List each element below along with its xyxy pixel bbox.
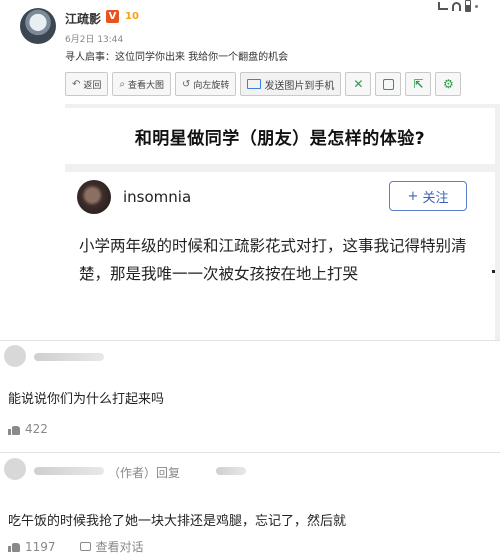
answer-author-name: insomnia	[123, 188, 192, 206]
rotate-left-icon: ↺	[182, 78, 191, 90]
user-avatar[interactable]	[20, 8, 56, 44]
thumbs-up-icon[interactable]	[8, 541, 20, 552]
answer-text: 小学两年级的时候和江疏影花式对打，这事我记得特别清楚，那是我唯一一次被女孩按在地…	[79, 237, 467, 283]
shuffle-button[interactable]: ✕	[345, 72, 372, 96]
embedded-screenshot[interactable]: 和明星做同学（朋友）是怎样的体验? insomnia + 关注 小学两年级的时候…	[65, 104, 500, 342]
answer-card: insomnia + 关注 小学两年级的时候和江疏影花式对打，这事我记得特别清楚…	[65, 172, 495, 342]
wifi-icon	[452, 1, 461, 11]
thumbs-up-icon	[8, 424, 20, 435]
share-icon: ⇱	[413, 77, 424, 91]
comment-text: 能说说你们为什么打起来吗	[8, 392, 165, 407]
comment-avatar[interactable]	[4, 458, 26, 480]
rotate-left-label: 向左旋转	[193, 80, 230, 91]
divider	[0, 340, 500, 341]
answer-author-avatar	[77, 180, 111, 214]
view-dialogue-link[interactable]: 查看对话	[96, 538, 144, 555]
divider	[0, 452, 500, 453]
level-badge: 10	[125, 11, 139, 22]
send-to-phone-button[interactable]: 发送图片到手机	[240, 72, 342, 96]
question-card: 和明星做同学（朋友）是怎样的体验?	[65, 108, 495, 164]
comment-likes[interactable]: 422	[8, 422, 48, 436]
view-large-button[interactable]: ⌕ 查看大图	[112, 72, 172, 96]
post-timestamp: 6月2日 13:44	[65, 35, 124, 45]
verified-badge: V	[106, 10, 119, 23]
comment-avatar[interactable]	[4, 345, 26, 367]
follow-label: 关注	[422, 190, 449, 206]
shuffle-icon: ✕	[353, 77, 364, 91]
reply-target-blurred	[216, 467, 246, 475]
edge-dot	[492, 270, 495, 273]
dot-icon	[475, 4, 478, 8]
follow-button: + 关注	[389, 181, 467, 211]
return-label: 返回	[83, 80, 102, 91]
post-text: 寻人启事：这位同学你出来 我给你一个翻盘的机会	[65, 52, 289, 63]
status-bar	[438, 0, 478, 12]
comment-username-blurred	[34, 467, 104, 475]
comment-actions: 1197 查看对话	[8, 538, 144, 555]
magnifier-icon: ⌕	[119, 78, 126, 90]
phone-image-icon	[247, 79, 262, 89]
back-arrow-icon: ↶	[72, 78, 81, 90]
save-button[interactable]	[375, 72, 402, 96]
comment-text: 吃午饭的时候我抢了她一块大排还是鸡腿，忘记了，然后就	[8, 514, 347, 529]
comment-username-blurred	[34, 353, 104, 361]
username[interactable]: 江疏影	[65, 10, 101, 27]
battery-icon	[465, 0, 471, 12]
rotate-left-button[interactable]: ↺ 向左旋转	[175, 72, 237, 96]
like-count: 422	[25, 422, 48, 436]
like-count: 1197	[25, 539, 56, 554]
send-to-phone-label: 发送图片到手机	[264, 80, 335, 92]
plus-icon: +	[407, 188, 419, 204]
save-icon	[382, 78, 394, 90]
author-reply-tag: （作者）回复	[108, 466, 181, 480]
post-header: 江疏影 V 10 6月2日 13:44 寻人启事：这位同学你出来 我给你一个翻盘…	[0, 0, 500, 110]
view-large-label: 查看大图	[128, 80, 165, 91]
question-title: 和明星做同学（朋友）是怎样的体验?	[134, 129, 426, 149]
signal-icon	[438, 2, 448, 10]
image-toolbar: ↶ 返回 ⌕ 查看大图 ↺ 向左旋转 发送图片到手机 ✕ ⇱ ⚙	[65, 72, 462, 96]
settings-icon: ⚙	[443, 77, 454, 91]
share-button[interactable]: ⇱	[405, 72, 432, 96]
return-button[interactable]: ↶ 返回	[65, 72, 109, 96]
chat-bubble-icon[interactable]	[79, 542, 91, 551]
settings-button[interactable]: ⚙	[435, 72, 462, 96]
